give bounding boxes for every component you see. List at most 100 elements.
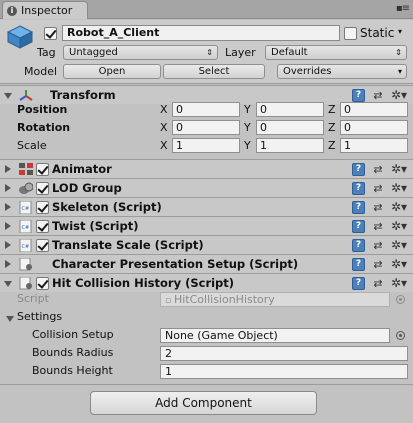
hit-collision-enabled-checkbox[interactable] (36, 277, 49, 290)
static-dropdown-icon[interactable]: ▾ (398, 27, 402, 36)
chevron-down-icon: ▾ (397, 67, 402, 76)
help-icon[interactable]: ? (352, 163, 365, 176)
position-x-field[interactable]: 0 (172, 102, 240, 117)
preset-icon[interactable]: ⇄ (371, 182, 385, 195)
chevron-down-icon: ⇕ (206, 48, 213, 57)
foldout-arrow-icon[interactable] (5, 165, 11, 173)
rotation-z-field[interactable]: 0 (340, 120, 408, 135)
gear-icon[interactable]: ✲▾ (391, 163, 407, 176)
add-component-button[interactable]: Add Component (90, 391, 317, 415)
scale-x-field[interactable]: 1 (172, 138, 240, 153)
settings-label[interactable]: Settings (17, 308, 62, 326)
bounds-radius-label: Bounds Radius (32, 346, 114, 359)
gear-icon[interactable]: ✲▾ (391, 201, 407, 214)
help-icon[interactable]: ? (352, 258, 365, 271)
lod-group-icon (19, 182, 33, 194)
bounds-height-field[interactable]: 1 (160, 364, 408, 379)
gear-icon[interactable]: ✲▾ (391, 258, 407, 271)
tag-label: Tag (37, 46, 56, 59)
gear-icon[interactable]: ✲▾ (391, 277, 407, 290)
skeleton-enabled-checkbox[interactable] (36, 201, 49, 214)
preset-icon[interactable]: ⇄ (371, 277, 385, 290)
gameobject-cube-icon (6, 25, 34, 49)
translate-scale-script-header[interactable]: C# Translate Scale (Script) ? ⇄ ✲▾ (0, 235, 413, 254)
translate-scale-enabled-checkbox[interactable] (36, 239, 49, 252)
position-x-label[interactable]: X (160, 102, 168, 118)
collision-setup-field[interactable]: None (Game Object) (160, 328, 390, 343)
lod-group-header[interactable]: LOD Group ? ⇄ ✲▾ (0, 178, 413, 197)
position-z-label[interactable]: Z (328, 102, 336, 118)
script-value: HitCollisionHistory (173, 293, 275, 306)
script-icon: C# (19, 239, 32, 252)
preset-icon[interactable]: ⇄ (371, 258, 385, 271)
preset-icon[interactable]: ⇄ (371, 201, 385, 214)
object-picker-icon[interactable] (396, 331, 405, 340)
rotation-x-label[interactable]: X (160, 120, 168, 136)
position-y-field[interactable]: 0 (256, 102, 324, 117)
help-icon[interactable]: ? (352, 182, 365, 195)
preset-icon[interactable]: ⇄ (371, 163, 385, 176)
tag-dropdown[interactable]: Untagged ⇕ (63, 45, 218, 60)
foldout-arrow-icon[interactable] (5, 222, 11, 230)
rotation-z-label[interactable]: Z (328, 120, 336, 136)
foldout-arrow-icon[interactable] (5, 184, 11, 192)
preset-icon[interactable]: ⇄ (371, 89, 385, 102)
twist-enabled-checkbox[interactable] (36, 220, 49, 233)
svg-text:C#: C# (22, 225, 30, 231)
layer-dropdown[interactable]: Default ⇕ (265, 45, 407, 60)
animator-enabled-checkbox[interactable] (36, 163, 49, 176)
foldout-arrow-icon[interactable] (5, 241, 11, 249)
preset-icon[interactable]: ⇄ (371, 239, 385, 252)
info-icon: i (7, 5, 17, 16)
object-name-field[interactable]: Robot_A_Client (62, 25, 340, 41)
active-checkbox[interactable] (44, 27, 57, 40)
static-checkbox[interactable] (344, 27, 357, 40)
scale-y-field[interactable]: 1 (256, 138, 324, 153)
scale-x-label[interactable]: X (160, 138, 168, 154)
foldout-arrow-icon[interactable] (5, 260, 11, 268)
position-y-label[interactable]: Y (244, 102, 251, 118)
twist-title: Twist (Script) (52, 219, 139, 233)
help-icon[interactable]: ? (352, 89, 365, 102)
gear-icon[interactable]: ✲▾ (391, 239, 407, 252)
rotation-x-field[interactable]: 0 (172, 120, 240, 135)
animator-header[interactable]: Animator ? ⇄ ✲▾ (0, 159, 413, 178)
open-button[interactable]: Open (63, 64, 161, 79)
position-z-field[interactable]: 0 (340, 102, 408, 117)
scale-y-label[interactable]: Y (244, 138, 251, 154)
character-presentation-setup-header[interactable]: Character Presentation Setup (Script) ? … (0, 254, 413, 273)
tab-inspector[interactable]: i Inspector (2, 1, 88, 19)
window-menu-icon[interactable]: ▪≡ (396, 3, 410, 14)
gear-icon[interactable]: ✲▾ (391, 220, 407, 233)
character-presentation-setup-title: Character Presentation Setup (Script) (52, 257, 299, 271)
hit-collision-history-header[interactable]: Hit Collision History (Script) ? ⇄ ✲▾ (0, 273, 413, 292)
gear-icon[interactable]: ✲▾ (391, 182, 407, 195)
settings-foldout-icon[interactable] (6, 316, 14, 322)
scale-z-field[interactable]: 1 (340, 138, 408, 153)
rotation-y-field[interactable]: 0 (256, 120, 324, 135)
animator-title: Animator (52, 162, 112, 176)
lod-group-enabled-checkbox[interactable] (36, 182, 49, 195)
skeleton-script-header[interactable]: C# Skeleton (Script) ? ⇄ ✲▾ (0, 197, 413, 216)
help-icon[interactable]: ? (352, 201, 365, 214)
window-tab-bar: i Inspector ▪≡ (0, 0, 413, 19)
preset-icon[interactable]: ⇄ (371, 220, 385, 233)
scale-z-label[interactable]: Z (328, 138, 336, 154)
select-button[interactable]: Select (163, 64, 265, 79)
foldout-arrow-icon[interactable] (4, 93, 12, 99)
divider (0, 384, 413, 385)
help-icon[interactable]: ? (352, 239, 365, 252)
gear-icon[interactable]: ✲▾ (391, 89, 407, 102)
twist-script-header[interactable]: C# Twist (Script) ? ⇄ ✲▾ (0, 216, 413, 235)
help-icon[interactable]: ? (352, 220, 365, 233)
foldout-arrow-icon[interactable] (5, 203, 11, 211)
layer-value: Default (271, 47, 308, 58)
model-label: Model (24, 65, 58, 78)
scale-label: Scale (17, 139, 47, 152)
bounds-radius-field[interactable]: 2 (160, 346, 408, 361)
overrides-dropdown[interactable]: Overrides ▾ (277, 64, 407, 79)
rotation-y-label[interactable]: Y (244, 120, 251, 136)
help-icon[interactable]: ? (352, 277, 365, 290)
lod-group-title: LOD Group (52, 181, 122, 195)
foldout-arrow-icon[interactable] (4, 281, 12, 287)
